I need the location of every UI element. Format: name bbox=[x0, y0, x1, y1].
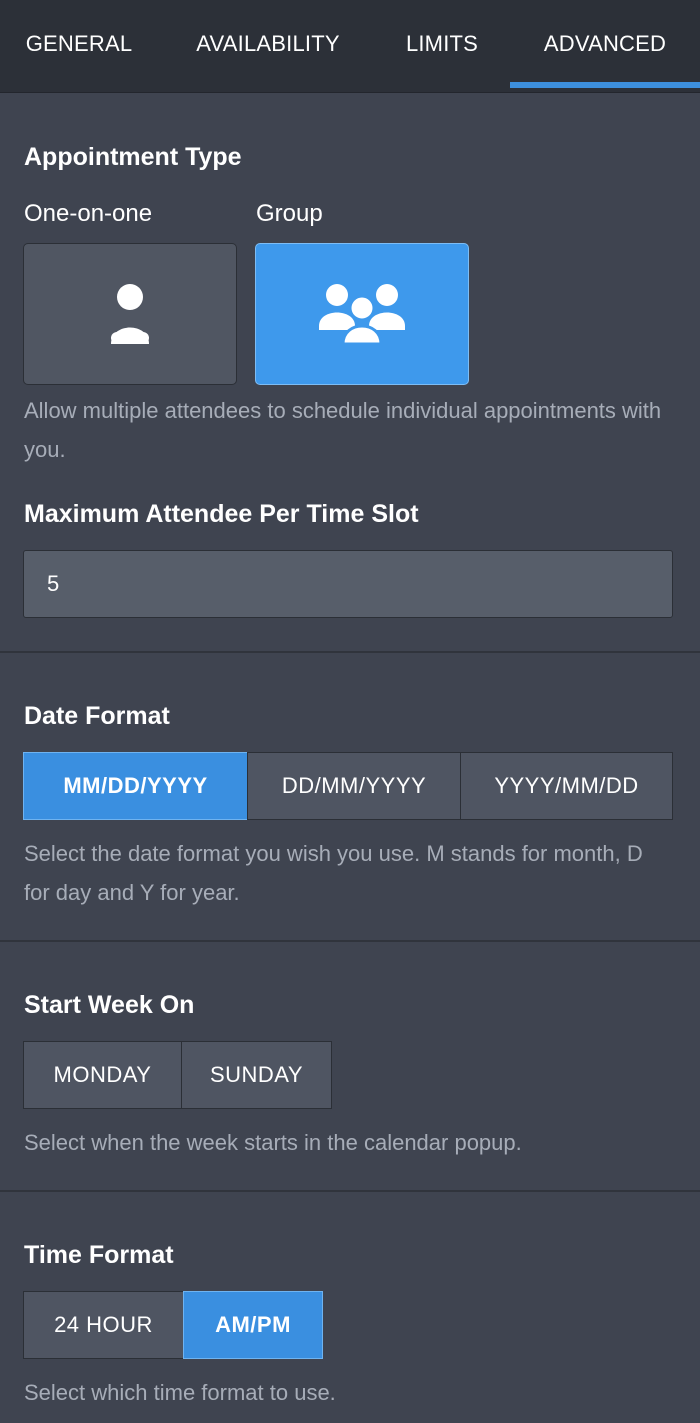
start-week-help: Select when the week starts in the calen… bbox=[24, 1130, 522, 1155]
person-icon bbox=[111, 284, 149, 344]
tab-general[interactable]: GENERAL bbox=[0, 0, 158, 88]
date-format-title: Date Format bbox=[24, 702, 170, 730]
active-tab-indicator bbox=[510, 82, 700, 88]
start-week-sunday[interactable]: SUNDAY bbox=[181, 1041, 332, 1109]
date-format-mm-dd-yyyy[interactable]: MM/DD/YYYY bbox=[23, 752, 248, 820]
time-format-title: Time Format bbox=[24, 1241, 174, 1269]
start-week-title: Start Week On bbox=[24, 991, 195, 1019]
date-format-yyyy-mm-dd[interactable]: YYYY/MM/DD bbox=[460, 752, 673, 820]
time-format-help: Select which time format to use. bbox=[24, 1380, 336, 1405]
date-format-help: Select the date format you wish you use.… bbox=[24, 841, 643, 905]
tab-availability[interactable]: AVAILABILITY bbox=[158, 0, 378, 88]
start-week-monday[interactable]: MONDAY bbox=[23, 1041, 182, 1109]
group-label: Group bbox=[256, 200, 323, 227]
appointment-type-help: Allow multiple attendees to schedule ind… bbox=[24, 398, 662, 462]
divider bbox=[0, 940, 700, 942]
one-on-one-label: One-on-one bbox=[24, 200, 153, 227]
time-format-am-pm[interactable]: AM/PM bbox=[183, 1291, 323, 1359]
tab-advanced[interactable]: ADVANCED bbox=[510, 0, 700, 88]
group-option[interactable] bbox=[255, 243, 469, 385]
max-attendee-title: Maximum Attendee Per Time Slot bbox=[24, 500, 419, 528]
divider bbox=[0, 651, 700, 653]
divider bbox=[0, 1190, 700, 1192]
max-attendee-input[interactable]: 5 bbox=[23, 550, 673, 618]
time-format-24-hour[interactable]: 24 HOUR bbox=[23, 1291, 184, 1359]
date-format-dd-mm-yyyy[interactable]: DD/MM/YYYY bbox=[247, 752, 461, 820]
one-on-one-option[interactable] bbox=[23, 243, 237, 385]
appointment-type-title: Appointment Type bbox=[24, 143, 242, 171]
tab-limits[interactable]: LIMITS bbox=[378, 0, 506, 88]
tab-bar: GENERAL AVAILABILITY LIMITS ADVANCED bbox=[0, 0, 700, 93]
group-icon bbox=[319, 284, 405, 346]
